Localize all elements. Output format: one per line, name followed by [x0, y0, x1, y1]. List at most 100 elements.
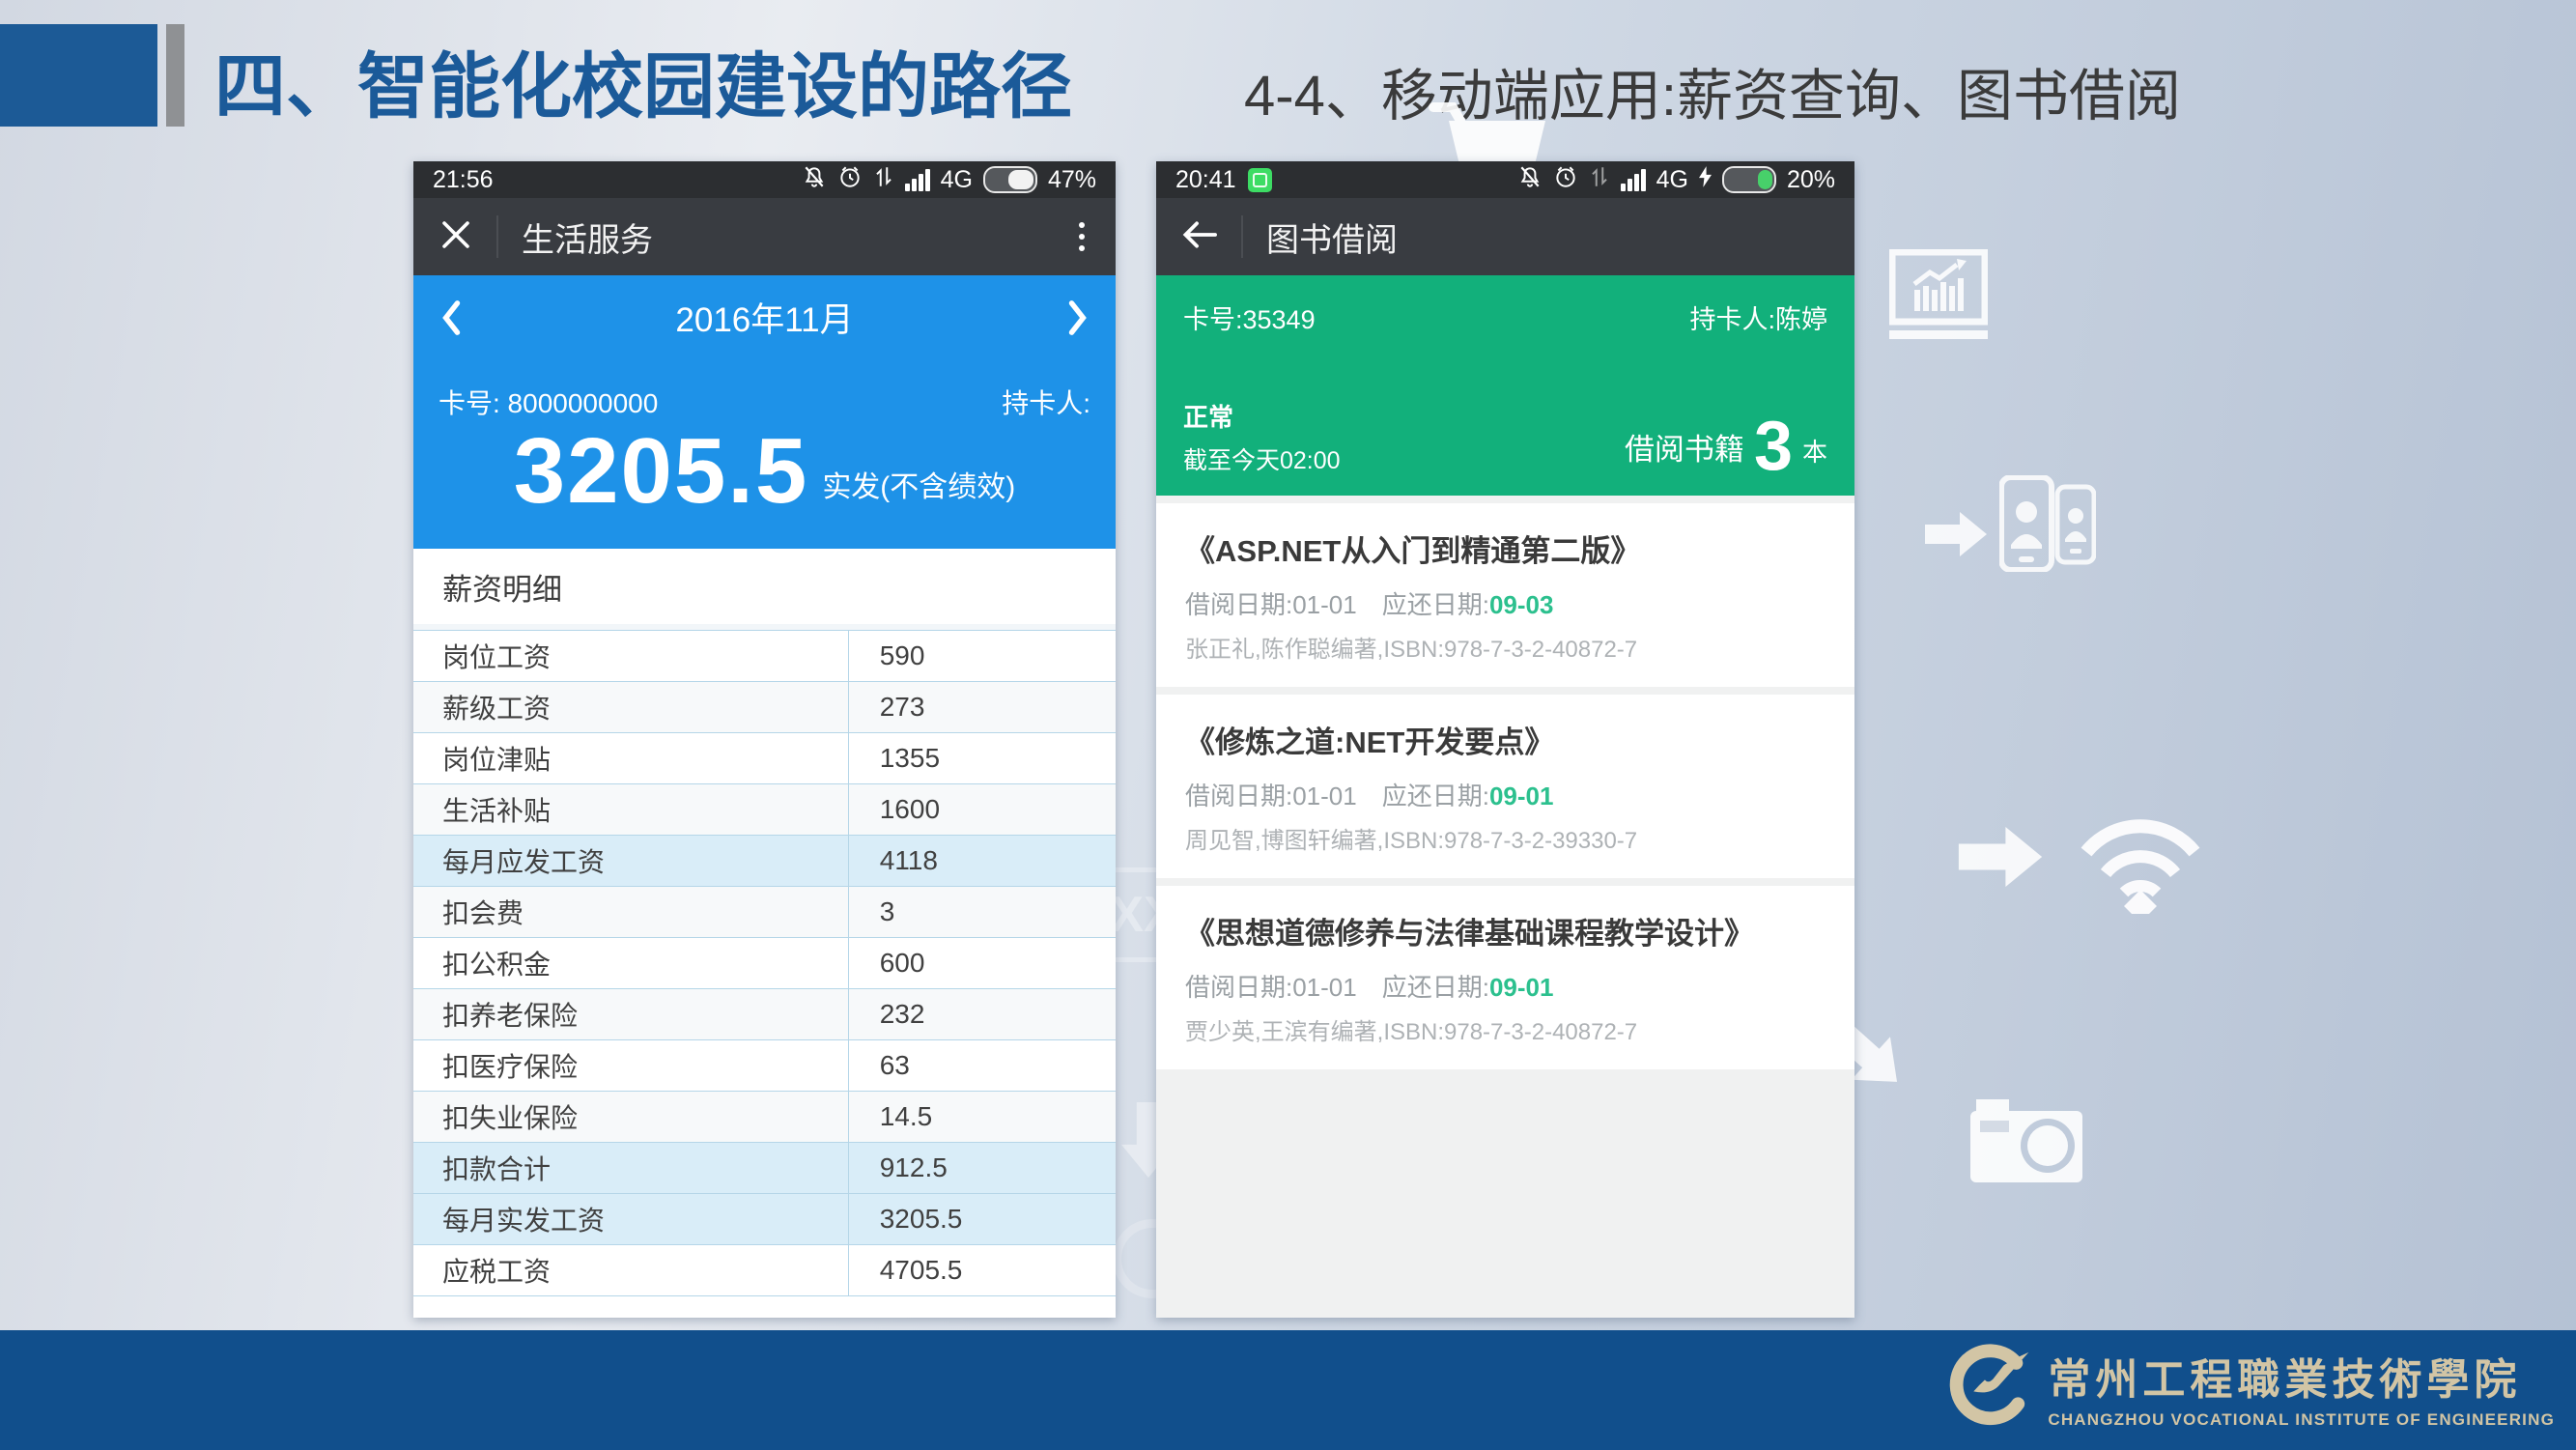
- row-label: 扣款合计: [413, 1143, 849, 1193]
- row-value: 14.5: [849, 1092, 1116, 1142]
- table-row: 扣养老保险232: [413, 989, 1116, 1040]
- card-holder-label: 持卡人:: [1002, 383, 1090, 421]
- book-title: 《思想道德修养与法律基础课程教学设计》: [1185, 909, 1826, 952]
- list-item[interactable]: 《修炼之道:NET开发要点》借阅日期:01-01 应还日期:09-01 周见智,博…: [1156, 695, 1854, 878]
- row-label: 扣公积金: [413, 938, 849, 988]
- footer-band: 常州工程職業技術學院 CHANGZHOU VOCATIONAL INSTITUT…: [0, 1330, 2576, 1450]
- school-emblem-icon: [1943, 1340, 2032, 1434]
- mute-icon: [802, 164, 827, 196]
- arrow-right-icon: [1957, 827, 2044, 887]
- net-salary-note: 实发(不含绩效): [822, 463, 1015, 521]
- battery-percent: 20%: [1787, 166, 1835, 194]
- book-dates: 借阅日期:01-01 应还日期:09-03: [1185, 585, 1826, 621]
- status-time: 21:56: [433, 166, 494, 194]
- book-title: 《ASP.NET从入门到精通第二版》: [1185, 526, 1826, 570]
- salary-app-screenshot: 21:56 4G 47% 生活服务 2016年11月: [413, 161, 1116, 1318]
- row-label: 扣失业保险: [413, 1092, 849, 1142]
- row-value: 232: [849, 989, 1116, 1039]
- school-name-en: CHANGZHOU VOCATIONAL INSTITUTE OF ENGINE…: [2048, 1410, 2555, 1430]
- list-item[interactable]: 《ASP.NET从入门到精通第二版》借阅日期:01-01 应还日期:09-03 张…: [1156, 503, 1854, 687]
- net-salary-amount: 3205.5: [514, 423, 809, 521]
- battery-icon: [1722, 166, 1776, 193]
- prev-month-icon[interactable]: [439, 299, 464, 337]
- alarm-icon: [837, 164, 863, 196]
- month-label: 2016年11月: [464, 293, 1065, 342]
- status-bar: 21:56 4G 47%: [413, 161, 1116, 198]
- table-row: 生活补贴1600: [413, 784, 1116, 836]
- school-logo: 常州工程職業技術學院 CHANGZHOU VOCATIONAL INSTITUT…: [1943, 1340, 2555, 1434]
- alarm-icon: [1553, 164, 1578, 196]
- book-list: 《ASP.NET从入门到精通第二版》借阅日期:01-01 应还日期:09-03 张…: [1156, 496, 1854, 1318]
- library-card-summary: 卡号:35349 持卡人:陈婷 正常 截至今天02:00 借阅书籍 3 本: [1156, 275, 1854, 496]
- book-isbn: 贾少英,王滨有编著,ISBN:978-7-3-2-40872-7: [1185, 1012, 1826, 1046]
- nav-title: 图书借阅: [1266, 213, 1398, 261]
- row-label: 薪级工资: [413, 682, 849, 732]
- table-row: 应税工资4705.5: [413, 1245, 1116, 1296]
- table-row: 每月应发工资4118: [413, 836, 1116, 887]
- card-number: 卡号:35349: [1183, 299, 1316, 336]
- vibrate-icon: [873, 164, 894, 196]
- row-value: 590: [849, 631, 1116, 681]
- row-value: 1355: [849, 733, 1116, 783]
- book-isbn: 周见智,博图轩编著,ISBN:978-7-3-2-39330-7: [1185, 821, 1826, 855]
- table-row: 岗位工资590: [413, 631, 1116, 682]
- nav-bar: 图书借阅: [1156, 198, 1854, 275]
- next-month-icon[interactable]: [1065, 299, 1090, 337]
- row-label: 岗位津贴: [413, 733, 849, 783]
- book-isbn: 张正礼,陈作聪编著,ISBN:978-7-3-2-40872-7: [1185, 630, 1826, 664]
- page-title: 四、智能化校园建设的路径: [214, 29, 1072, 132]
- status-time: 20:41: [1175, 166, 1236, 194]
- library-app-screenshot: 20:41 4G 20% 图书借阅 卡号:35349 持卡人:陈婷: [1156, 161, 1854, 1318]
- mobile-phones-icon: [1999, 475, 2096, 572]
- camera-icon: [1968, 1097, 2084, 1184]
- table-row: 扣公积金600: [413, 938, 1116, 989]
- row-value: 63: [849, 1040, 1116, 1091]
- row-value: 3: [849, 887, 1116, 937]
- row-label: 岗位工资: [413, 631, 849, 681]
- table-row: 岗位津贴1355: [413, 733, 1116, 784]
- salary-summary-card: 2016年11月 卡号: 8000000000 持卡人: 3205.5 实发(不…: [413, 275, 1116, 549]
- row-value: 273: [849, 682, 1116, 732]
- row-label: 扣养老保险: [413, 989, 849, 1039]
- nav-title: 生活服务: [522, 213, 653, 261]
- table-row: 每月实发工资3205.5: [413, 1194, 1116, 1245]
- card-number: 卡号: 8000000000: [439, 383, 658, 421]
- row-label: 应税工资: [413, 1245, 849, 1295]
- row-value: 1600: [849, 784, 1116, 835]
- charging-icon: [1699, 165, 1712, 195]
- row-label: 每月实发工资: [413, 1194, 849, 1244]
- back-icon[interactable]: [1181, 218, 1218, 256]
- book-dates: 借阅日期:01-01 应还日期:09-01: [1185, 968, 1826, 1004]
- borrow-count: 3: [1754, 417, 1793, 476]
- salary-detail-section-title: 薪资明细: [413, 549, 1116, 630]
- network-type: 4G: [1656, 166, 1688, 194]
- book-title: 《修炼之道:NET开发要点》: [1185, 718, 1826, 761]
- row-value: 4118: [849, 836, 1116, 886]
- row-value: 912.5: [849, 1143, 1116, 1193]
- network-type: 4G: [941, 166, 973, 194]
- close-icon[interactable]: [439, 217, 473, 257]
- table-row: 薪级工资273: [413, 682, 1116, 733]
- nav-separator: [496, 215, 498, 258]
- row-value: 4705.5: [849, 1245, 1116, 1295]
- page-subtitle: 4-4、移动端应用:薪资查询、图书借阅: [1244, 50, 2181, 131]
- row-value: 600: [849, 938, 1116, 988]
- menu-icon[interactable]: [1073, 216, 1090, 257]
- list-item[interactable]: 《思想道德修养与法律基础课程教学设计》借阅日期:01-01 应还日期:09-01…: [1156, 886, 1854, 1069]
- nav-bar: 生活服务: [413, 198, 1116, 275]
- card-holder: 持卡人:陈婷: [1689, 299, 1827, 336]
- title-accent-rect: [0, 24, 157, 127]
- table-row: 扣医疗保险63: [413, 1040, 1116, 1092]
- table-row: 扣失业保险14.5: [413, 1092, 1116, 1143]
- due-date: 09-01: [1489, 973, 1554, 1002]
- app-notification-icon: [1248, 168, 1272, 192]
- book-dates: 借阅日期:01-01 应还日期:09-01: [1185, 777, 1826, 812]
- status-bar: 20:41 4G 20%: [1156, 161, 1854, 198]
- table-row: 扣会费3: [413, 887, 1116, 938]
- row-label: 生活补贴: [413, 784, 849, 835]
- signal-icon: [1621, 169, 1646, 191]
- wifi-icon: [2079, 813, 2202, 914]
- mute-icon: [1517, 164, 1543, 196]
- due-date: 09-03: [1489, 590, 1554, 619]
- table-row: 扣款合计912.5: [413, 1143, 1116, 1194]
